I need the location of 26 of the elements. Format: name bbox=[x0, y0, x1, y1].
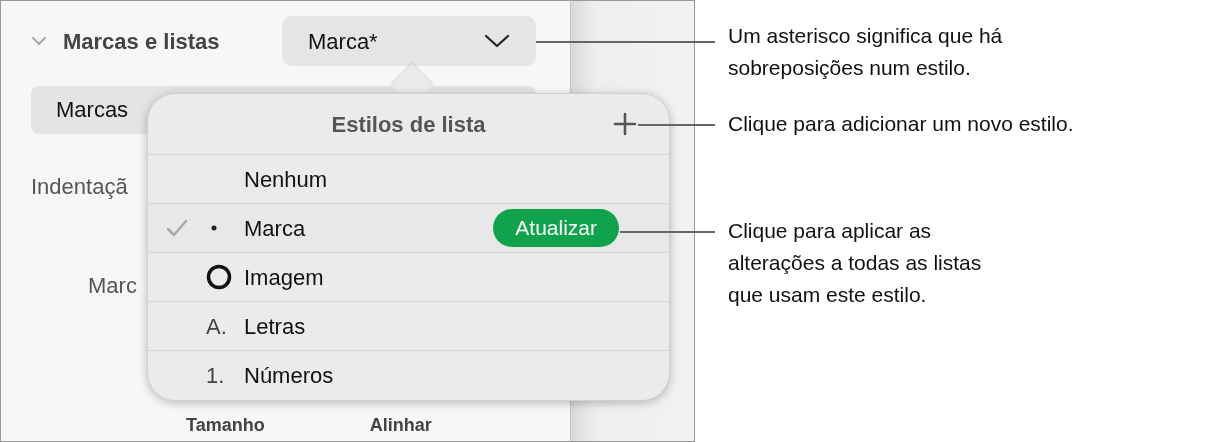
column-label: Tamanho bbox=[186, 414, 265, 437]
add-icon[interactable] bbox=[613, 112, 637, 136]
list-style-label: Letras bbox=[244, 312, 306, 341]
checkmark-icon bbox=[166, 219, 188, 237]
list-style-label: Nenhum bbox=[244, 165, 328, 194]
list-style-row[interactable]: 1. Números bbox=[148, 350, 669, 399]
bullet-label: Marc bbox=[88, 272, 137, 300]
popover-title: Estilos de lista bbox=[331, 110, 486, 139]
list-style-label: Marca bbox=[244, 214, 306, 243]
style-dropdown[interactable]: Marca* bbox=[282, 16, 536, 66]
section-title: Marcas e listas bbox=[63, 27, 220, 56]
list-style-row[interactable]: Imagem bbox=[148, 252, 669, 301]
indent-label: Indentaçã bbox=[31, 173, 128, 201]
list-style-label: Números bbox=[244, 361, 334, 390]
column-label: Alinhar bbox=[369, 414, 432, 437]
callout-text: Um asterisco significa que há sobreposições num estilo. bbox=[728, 23, 1003, 81]
list-style-row[interactable]: A. Letras bbox=[148, 301, 669, 350]
list-marker: 1. bbox=[206, 361, 225, 390]
circle-icon bbox=[206, 264, 232, 290]
bullet-icon bbox=[211, 225, 217, 231]
callout-text: Clique para aplicar as alterações a todas as listas que usam este estilo. bbox=[728, 218, 982, 308]
chevron-down-icon bbox=[484, 34, 510, 48]
list-marker: A. bbox=[206, 312, 227, 341]
list-style-row[interactable]: Marca Atualizar bbox=[148, 203, 669, 252]
list-style-label: Imagem bbox=[244, 263, 324, 292]
callout-text: Clique para adicionar um novo estilo. bbox=[728, 111, 1074, 137]
